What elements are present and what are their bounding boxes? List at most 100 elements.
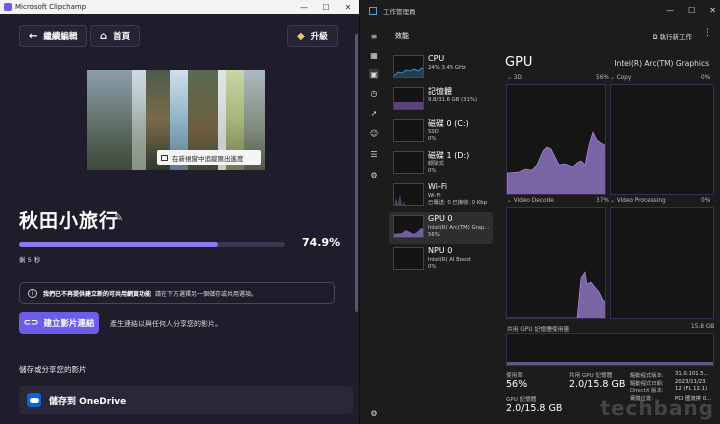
back-to-edit-button[interactable]: ← 繼續編輯 — [19, 25, 88, 47]
history-icon[interactable]: ◷ — [369, 88, 379, 98]
new-window-icon — [161, 154, 168, 161]
section-title: 效能 — [395, 32, 409, 40]
label-3d: ⌄ 3D — [507, 75, 522, 81]
perf-item-detail: 9.8/31.6 GB (31%) — [428, 97, 478, 103]
save-share-heading: 儲存或分享您的影片 — [19, 365, 87, 374]
perf-item[interactable]: NPU 0 Intel(R) AI Boost 0% — [389, 244, 493, 276]
performance-icon[interactable]: ▣ — [369, 69, 379, 79]
perf-item-name: NPU 0 — [428, 246, 453, 255]
tm-toolbar: 效能 ⧉ 執行新工作 ⋮ — [387, 22, 720, 48]
perf-item[interactable]: 記憶體 9.8/31.6 GB (31%) — [389, 84, 493, 116]
shared-gpu-memory-value: 2.0/15.8 GB — [569, 379, 626, 390]
project-title: 秋田小旅行 — [19, 210, 120, 232]
upgrade-label: 升級 — [310, 32, 328, 42]
desktop: Microsoft Clipchamp — ☐ ✕ ← 繼續編輯 ⌂ 首頁 ◆ … — [0, 0, 720, 424]
export-progress-percent: 74.9% — [302, 236, 341, 249]
perf-item-detail: Intel(R) AI Boost 0% — [428, 257, 472, 270]
settings-icon[interactable]: ⚙ — [369, 408, 379, 418]
gpu-model: Intel(R) Arc(TM) Graphics — [614, 59, 709, 68]
perf-item-detail: SSD 0% — [428, 129, 439, 142]
time-remaining: 剩 5 秒 — [19, 256, 41, 264]
run-new-task-label: 執行新工作 — [659, 33, 693, 41]
more-options-icon[interactable]: ⋮ — [703, 28, 712, 38]
perf-item-name: GPU 0 — [428, 214, 453, 223]
close-icon[interactable]: ✕ — [337, 0, 359, 14]
deprecation-notice: i 我們已不再提供建立新的可共用網頁功能 請在下方選擇另一個儲存或共用選項。 — [19, 282, 335, 304]
utilization-value: 56% — [506, 379, 528, 390]
graph-shared-memory — [506, 333, 714, 366]
perf-item[interactable]: 磁碟 1 (D:) 卸除式 0% — [389, 148, 493, 180]
link-icon: ⊂⊃ — [23, 318, 39, 328]
arrow-left-icon: ← — [29, 30, 38, 42]
run-new-task-button[interactable]: ⧉ 執行新工作 — [653, 31, 692, 42]
back-to-edit-label: 繼續編輯 — [43, 32, 78, 42]
perf-item-detail: Intel(R) Arc(TM) Grap... 56% — [428, 225, 490, 238]
gpu-detail-value: 12 (FL 12.1) — [675, 386, 708, 392]
perf-item-thumbnail — [393, 247, 424, 270]
export-progress-fill — [19, 242, 219, 247]
perf-item-thumbnail — [393, 215, 424, 238]
tm-maximize-icon[interactable]: ☐ — [688, 6, 695, 15]
details-icon[interactable]: ☰ — [369, 149, 379, 159]
scrollbar[interactable] — [355, 34, 358, 312]
pct-video-decode: 37% — [596, 198, 609, 204]
perf-item-thumbnail — [393, 119, 424, 142]
create-video-link-button[interactable]: ⊂⊃ 建立影片連結 — [19, 312, 99, 334]
save-to-onedrive-button[interactable]: 儲存到 OneDrive — [19, 386, 353, 414]
users-icon[interactable]: ☺ — [369, 128, 379, 138]
clipchamp-window: Microsoft Clipchamp — ☐ ✕ ← 繼續編輯 ⌂ 首頁 ◆ … — [0, 0, 360, 424]
track-export-label: 在新視窗中追蹤匯出進度 — [172, 154, 244, 163]
graph-copy — [610, 84, 714, 195]
processes-icon[interactable]: ▦ — [369, 50, 379, 60]
task-manager-icon — [369, 7, 377, 15]
task-manager-title: 工作管理員 — [383, 8, 416, 16]
tm-minimize-icon[interactable]: — — [666, 6, 674, 15]
clipchamp-titlebar: Microsoft Clipchamp — ☐ ✕ — [0, 0, 359, 14]
perf-item[interactable]: 磁碟 0 (C:) SSD 0% — [389, 116, 493, 148]
export-progress-bar — [19, 242, 285, 247]
label-copy: ⌄ Copy — [610, 75, 632, 81]
watermark: techbang — [600, 396, 714, 420]
pct-video-processing: 0% — [701, 198, 711, 204]
perf-item[interactable]: GPU 0 Intel(R) Arc(TM) Grap... 56% — [389, 212, 493, 244]
menu-icon[interactable]: ≡ — [369, 31, 379, 41]
perf-item-name: 磁碟 0 (C:) — [428, 119, 469, 128]
perf-item-name: 記憶體 — [428, 87, 452, 96]
label-video-processing: ⌄ Video Processing — [610, 198, 666, 204]
home-label: 首頁 — [113, 32, 131, 42]
gpu-title: GPU — [505, 55, 533, 70]
graph-video-decode — [506, 207, 606, 319]
info-icon: i — [28, 288, 37, 298]
services-icon[interactable]: ⚙ — [369, 170, 379, 180]
task-manager-window: 工作管理員 — ☐ ✕ ≡ ▦ ▣ ◷ ➚ ☺ ☰ ⚙ ⚙ 效能 ⧉ 執行新工作… — [361, 0, 720, 424]
perf-item-detail: 卸除式 0% — [428, 161, 444, 174]
perf-item-name: CPU — [428, 54, 445, 63]
pct-3d: 56% — [596, 75, 609, 81]
startup-icon[interactable]: ➚ — [369, 108, 379, 118]
pct-copy: 0% — [701, 75, 711, 81]
task-manager-titlebar: 工作管理員 — ☐ ✕ — [361, 0, 720, 22]
graph-3d — [506, 84, 606, 195]
upgrade-button[interactable]: ◆ 升級 — [287, 25, 338, 47]
gpu-memory-value: 2.0/15.8 GB — [506, 403, 563, 414]
create-video-link-label: 建立影片連結 — [43, 319, 95, 329]
gpu-detail-value: 31.0.101.5... — [675, 371, 709, 377]
perf-item-name: 磁碟 1 (D:) — [428, 151, 470, 160]
perf-item[interactable]: Wi-Fi Wi-Fi 已傳送: 0 已接收: 0 Kbp — [389, 180, 493, 212]
notice-text: 請在下方選擇另一個儲存或共用選項。 — [155, 290, 258, 298]
tm-close-icon[interactable]: ✕ — [709, 6, 716, 15]
perf-item[interactable]: CPU 24% 3.45 GHz — [389, 52, 493, 84]
diamond-icon: ◆ — [297, 30, 305, 42]
track-export-popout[interactable]: 在新視窗中追蹤匯出進度 — [157, 150, 261, 165]
nav-rail: ≡ ▦ ▣ ◷ ➚ ☺ ☰ ⚙ ⚙ — [361, 22, 387, 424]
utilization-label: 使用率 — [506, 373, 523, 379]
home-button[interactable]: ⌂ 首頁 — [90, 25, 141, 47]
perf-item-detail: Wi-Fi 已傳送: 0 已接收: 0 Kbp — [428, 193, 488, 206]
label-video-decode: ⌄ Video Decode — [507, 198, 554, 204]
perf-item-detail: 24% 3.45 GHz — [428, 65, 466, 71]
home-icon: ⌂ — [100, 30, 108, 42]
minimize-icon[interactable]: — — [293, 0, 315, 14]
perf-item-thumbnail — [393, 183, 424, 206]
pencil-icon[interactable]: ✎ — [114, 211, 123, 224]
maximize-icon[interactable]: ☐ — [315, 0, 337, 14]
